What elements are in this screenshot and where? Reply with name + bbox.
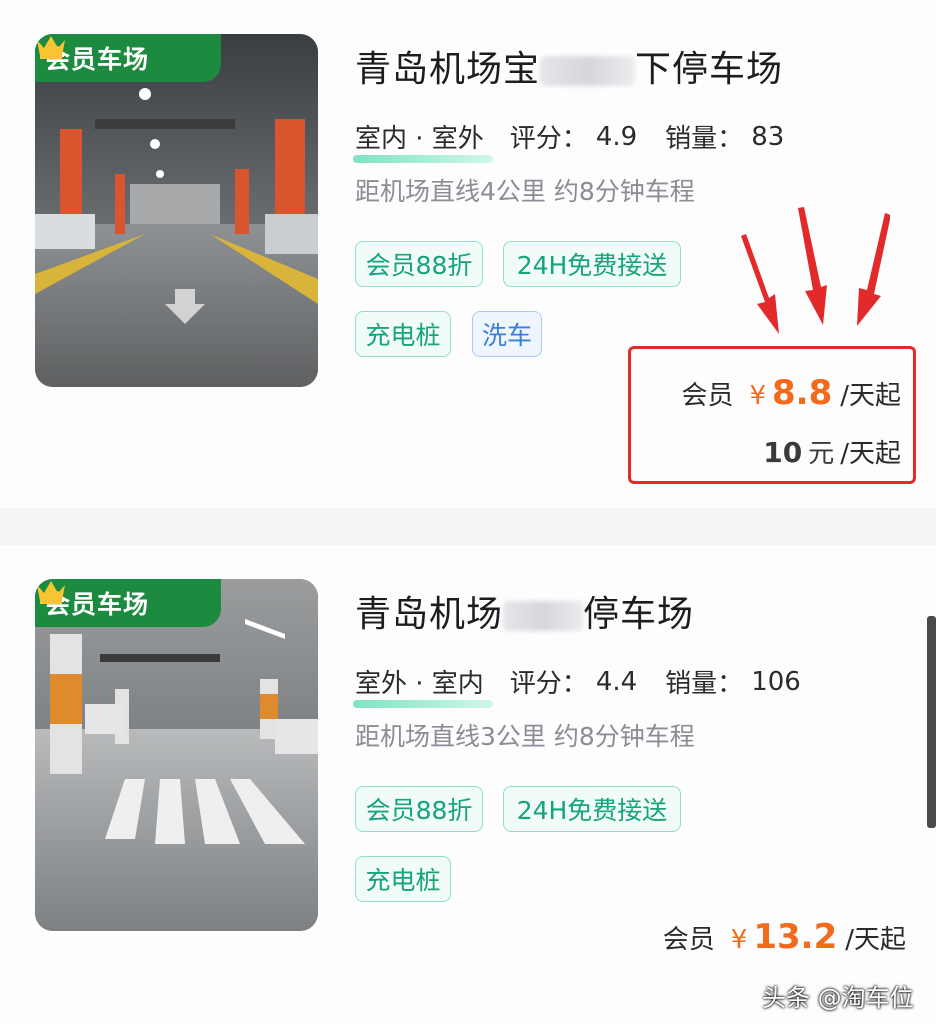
member-lot-badge: 会员车场	[35, 34, 221, 82]
rating-label: 评分：	[509, 669, 588, 699]
garage-image	[35, 34, 318, 387]
lot-meta: 室外 · 室内 评分： 4.4 销量： 106	[353, 663, 829, 708]
redacted-text	[503, 601, 584, 631]
member-price-value: 8.8	[772, 373, 833, 413]
sales-value: 106	[751, 666, 801, 697]
member-price-label: 会员	[681, 381, 734, 411]
tag-free-shuttle: 24H免费接送	[503, 786, 681, 832]
member-lot-badge: 会员车场	[35, 579, 221, 627]
original-price-currency: 元	[808, 439, 835, 469]
tag-charging-pile: 充电桩	[355, 856, 451, 902]
title-end: 停车场	[583, 594, 695, 635]
title-start: 青岛机场宝	[355, 49, 541, 90]
price-unit: /天起	[840, 381, 901, 411]
member-price-value: 13.2	[753, 917, 838, 957]
location-type: 室内 · 室外	[353, 118, 493, 163]
sales-value: 83	[751, 121, 785, 152]
sales-label: 销量：	[665, 669, 744, 699]
original-price-value: 10	[763, 436, 803, 469]
location-type-label: 室外 · 室内	[355, 669, 484, 699]
parking-lot-title[interactable]: 青岛机场 停车场	[355, 585, 694, 637]
lot-meta: 室内 · 室外 评分： 4.9 销量： 83	[353, 118, 812, 163]
rating-label: 评分：	[509, 124, 588, 154]
rating-value: 4.9	[595, 121, 638, 152]
location-underline	[353, 155, 493, 163]
sales-label: 销量：	[665, 124, 744, 154]
parking-lot-card-2[interactable]: 会员车场 青岛机场 停车场 室外 · 室内 评分： 4.4 销量： 106 距机场…	[0, 545, 936, 1024]
title-end: 下停车场	[635, 49, 784, 90]
member-price-row: 会员 ¥ 8.8 /天起	[681, 373, 901, 413]
crown-icon	[37, 36, 65, 59]
member-price-label: 会员	[662, 925, 715, 955]
price-highlight-box: 会员 ¥ 8.8 /天起 10 元 /天起	[628, 346, 916, 484]
location-type-label: 室内 · 室外	[355, 124, 484, 154]
tag-free-shuttle: 24H免费接送	[503, 241, 681, 287]
red-arrow-icon	[798, 207, 827, 325]
tag-member-discount: 会员88折	[355, 786, 483, 832]
title-start: 青岛机场	[355, 594, 504, 635]
original-price-unit: /天起	[840, 439, 901, 469]
location-underline	[353, 700, 493, 708]
scrollbar[interactable]	[927, 616, 936, 828]
distance-text: 距机场直线4公里 约8分钟车程	[355, 177, 695, 206]
garage-image	[35, 579, 318, 931]
red-arrow-icon	[857, 213, 890, 326]
watermark: 头条 @淘车位	[762, 984, 914, 1012]
parking-lot-photo[interactable]: 会员车场	[35, 579, 318, 931]
currency-symbol: ¥	[749, 381, 766, 411]
crown-icon	[37, 581, 65, 604]
distance-text: 距机场直线3公里 约8分钟车程	[355, 722, 695, 751]
original-price-row: 10 元 /天起	[763, 433, 901, 470]
parking-lot-photo[interactable]: 会员车场	[35, 34, 318, 387]
currency-symbol: ¥	[730, 925, 748, 955]
tag-charging-pile: 充电桩	[355, 311, 451, 357]
parking-lot-title[interactable]: 青岛机场宝 下停车场	[355, 40, 783, 92]
price-unit: /天起	[845, 925, 906, 955]
location-type: 室外 · 室内	[353, 663, 493, 708]
rating-value: 4.4	[595, 666, 638, 697]
redacted-text	[540, 56, 636, 86]
parking-lot-card-1[interactable]: 会员车场 青岛机场宝 下停车场 室内 · 室外 评分： 4.9 销量： 83 距机…	[0, 0, 936, 508]
tag-member-discount: 会员88折	[355, 241, 483, 287]
tag-car-wash: 洗车	[472, 311, 542, 357]
member-price-row: 会员 ¥ 13.2 /天起	[663, 917, 906, 957]
red-arrow-icon	[741, 234, 779, 334]
